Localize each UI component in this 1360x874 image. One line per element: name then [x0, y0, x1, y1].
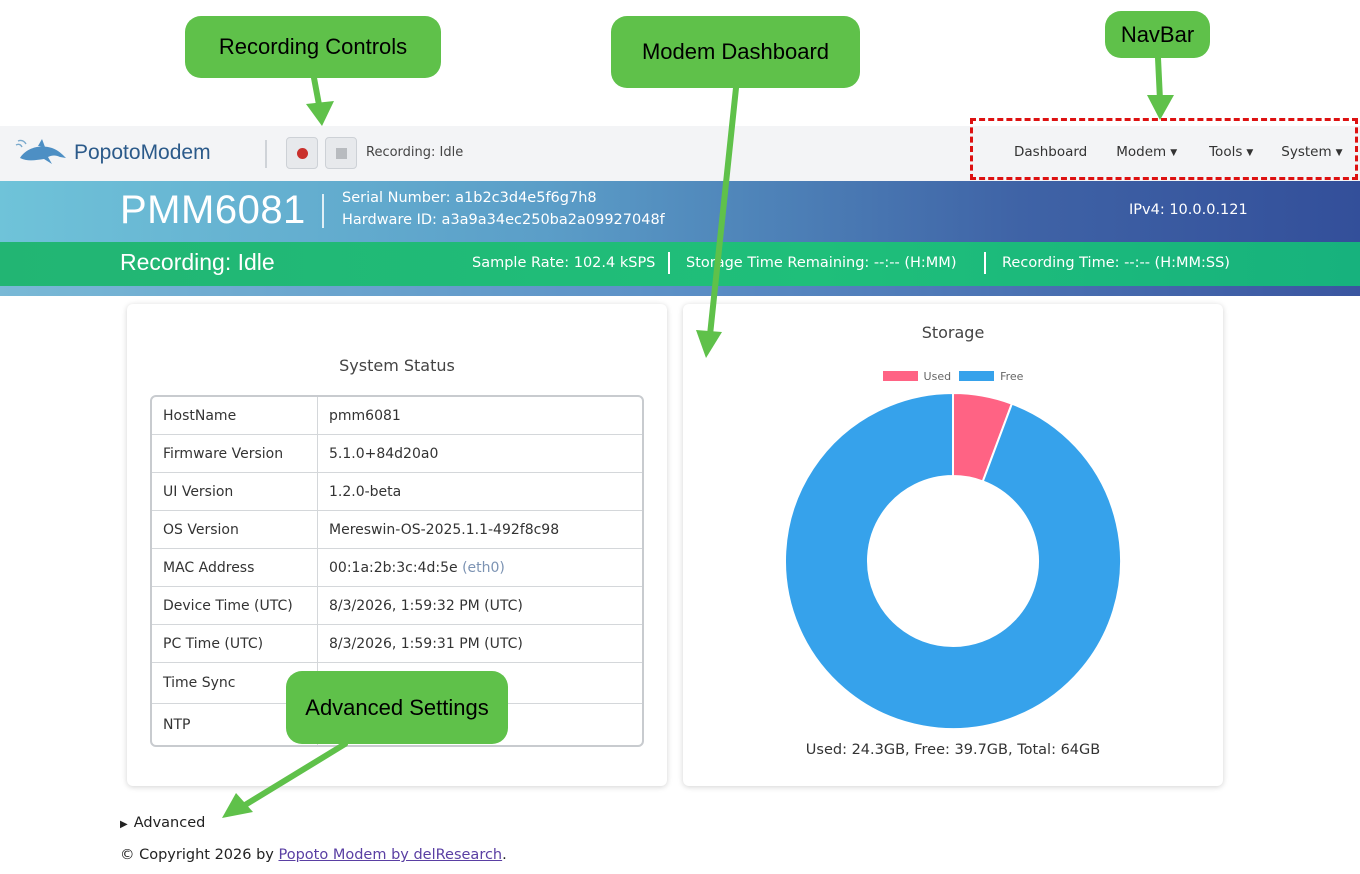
recording-status-text: Recording: Idle — [366, 145, 464, 160]
advanced-toggle[interactable]: ▶ Advanced — [120, 815, 205, 831]
device-header: PMM6081 Serial Number: a1b2c3d4e5f6g7h8 … — [0, 181, 1360, 242]
chart-legend: Used Free — [683, 370, 1223, 383]
navbar-callout: NavBar — [1105, 11, 1210, 58]
table-row: OS Version Mereswin-OS-2025.1.1-492f8c98 — [152, 511, 642, 549]
header-underline — [0, 286, 1360, 296]
status-divider — [668, 252, 670, 274]
brand-name: PopotoModem — [74, 141, 211, 164]
recording-time: Recording Time: --:-- (H:MM:SS) — [1002, 255, 1230, 271]
mac-address: 00:1a:2b:3c:4d:5e — [329, 559, 458, 576]
arrow-navbar — [1155, 55, 1163, 103]
stop-recording-button[interactable] — [325, 137, 357, 169]
brand-logo[interactable]: PopotoModem — [14, 136, 211, 170]
hardware-id: Hardware ID: a3a9a34ec250ba2a09927048f — [342, 212, 665, 228]
ipv4-address: IPv4: 10.0.0.121 — [1129, 202, 1248, 218]
system-status-title: System Status — [339, 356, 455, 375]
table-row: Firmware Version 5.1.0+84d20a0 — [152, 435, 642, 473]
table-row: HostName pmm6081 — [152, 397, 642, 435]
recording-status-band: Recording: Idle Sample Rate: 102.4 kSPS … — [0, 242, 1360, 286]
copyright: © Copyright 2026 by Popoto Modem by delR… — [120, 847, 507, 863]
dolphin-logo-icon — [15, 139, 66, 164]
legend-used[interactable]: Used — [882, 370, 951, 383]
donut-slice-free[interactable] — [784, 392, 1122, 730]
interface-name: (eth0) — [462, 559, 505, 576]
table-row: UI Version 1.2.0-beta — [152, 473, 642, 511]
recording-controls-callout: Recording Controls — [185, 16, 441, 78]
legend-swatch — [959, 371, 995, 381]
table-row: PC Time (UTC) 8/3/2026, 1:59:31 PM (UTC) — [152, 625, 642, 663]
legend-swatch — [882, 371, 918, 381]
sample-rate: Sample Rate: 102.4 kSPS — [472, 255, 656, 271]
navbar-highlight-box — [970, 118, 1358, 180]
table-row: MAC Address 00:1a:2b:3c:4d:5e (eth0) — [152, 549, 642, 587]
record-icon — [297, 148, 308, 159]
storage-card: Storage Used Free Used: 24.3GB, Free: 39… — [683, 304, 1223, 786]
storage-donut-chart — [784, 392, 1122, 730]
storage-title: Storage — [921, 323, 985, 342]
status-divider — [984, 252, 986, 274]
storage-time-remaining: Storage Time Remaining: --:-- (H:MM) — [686, 255, 957, 271]
legend-free[interactable]: Free — [959, 370, 1023, 383]
navbar-divider — [265, 140, 267, 168]
delresearch-link[interactable]: Popoto Modem by delResearch — [278, 847, 502, 863]
device-name: PMM6081 — [120, 188, 306, 232]
modem-dashboard-callout: Modem Dashboard — [611, 16, 860, 88]
advanced-settings-callout: Advanced Settings — [286, 671, 508, 744]
disclosure-triangle-icon: ▶ — [120, 819, 128, 830]
table-row: Device Time (UTC) 8/3/2026, 1:59:32 PM (U… — [152, 587, 642, 625]
recording-state: Recording: Idle — [120, 249, 275, 275]
header-divider — [322, 194, 324, 228]
start-recording-button[interactable] — [286, 137, 318, 169]
stop-icon — [336, 148, 347, 159]
serial-number: Serial Number: a1b2c3d4e5f6g7h8 — [342, 190, 597, 206]
arrow-recording-controls — [311, 75, 323, 113]
storage-summary: Used: 24.3GB, Free: 39.7GB, Total: 64GB — [805, 742, 1101, 758]
